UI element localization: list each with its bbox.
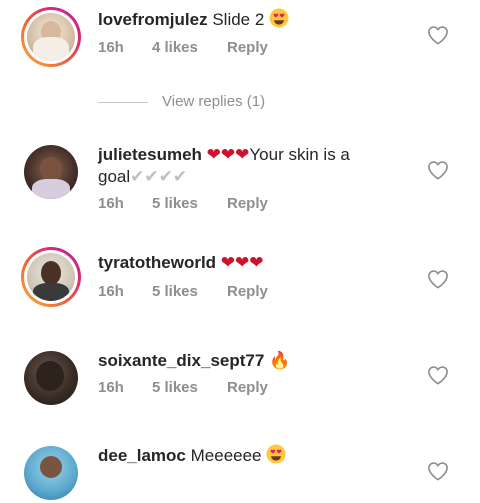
- fire-emoji: 🔥: [269, 351, 291, 370]
- comment-text: Meeeeee: [190, 446, 262, 465]
- comment-username[interactable]: dee_lamoc: [98, 446, 186, 465]
- comment-time: 16h: [98, 283, 124, 300]
- heart-eyes-emoji-icon: [266, 444, 286, 464]
- avatar-wrapper[interactable]: [21, 348, 81, 408]
- heart-emoji: ❤❤❤: [206, 145, 250, 164]
- comment-username[interactable]: soixante_dix_sept77: [98, 351, 264, 370]
- reply-button[interactable]: Reply: [227, 39, 268, 56]
- avatar: [24, 446, 78, 500]
- avatar: [24, 351, 78, 405]
- avatar: [24, 145, 78, 199]
- avatar-story-ring[interactable]: [21, 7, 81, 67]
- comment-username[interactable]: tyratotheworld: [98, 253, 216, 272]
- comment-time: 16h: [98, 195, 124, 212]
- avatar: [27, 13, 75, 61]
- like-heart-icon[interactable]: [427, 365, 449, 385]
- reply-button[interactable]: Reply: [227, 195, 268, 212]
- like-heart-icon[interactable]: [427, 269, 449, 289]
- reply-button[interactable]: Reply: [227, 379, 268, 396]
- comment-text: Slide 2: [212, 10, 265, 29]
- comment-username[interactable]: julietesumeh: [98, 145, 202, 164]
- avatar-wrapper[interactable]: [21, 142, 81, 202]
- comment-likes[interactable]: 4 likes: [152, 39, 198, 56]
- view-replies-label[interactable]: View replies (1): [162, 93, 265, 110]
- avatar-wrapper[interactable]: [21, 443, 81, 503]
- like-heart-icon[interactable]: [427, 25, 449, 45]
- comment-username[interactable]: lovefromjulez: [98, 10, 208, 29]
- comment-time: 16h: [98, 379, 124, 396]
- like-heart-icon[interactable]: [427, 461, 449, 481]
- comment-likes[interactable]: 5 likes: [152, 195, 198, 212]
- comment-time: 16h: [98, 39, 124, 56]
- heart-eyes-emoji-icon: [269, 8, 289, 28]
- avatar: [27, 253, 75, 301]
- check-mark-emoji: ✔✔✔✔: [130, 167, 188, 186]
- heart-emoji: ❤❤❤: [220, 253, 264, 272]
- like-heart-icon[interactable]: [427, 160, 449, 180]
- comment-likes[interactable]: 5 likes: [152, 379, 198, 396]
- comment-likes[interactable]: 5 likes: [152, 283, 198, 300]
- view-replies-divider: [98, 102, 148, 103]
- reply-button[interactable]: Reply: [227, 283, 268, 300]
- avatar-story-ring[interactable]: [21, 247, 81, 307]
